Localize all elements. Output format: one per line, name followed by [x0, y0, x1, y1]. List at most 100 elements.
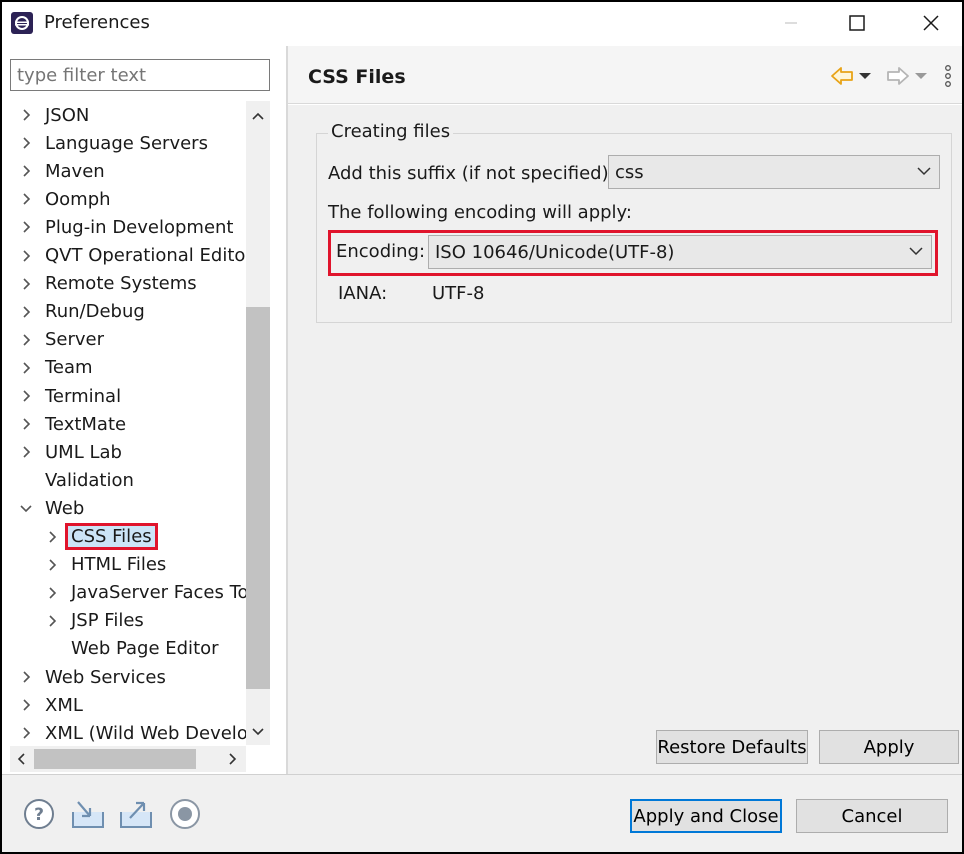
page-header: CSS Files [288, 46, 962, 104]
tree-item[interactable]: HTML Files [44, 551, 169, 579]
chevron-down-icon[interactable] [18, 500, 34, 516]
tree-item[interactable]: XML (Wild Web Develop [18, 719, 246, 745]
tree-item[interactable]: Validation [18, 466, 137, 494]
chevron-right-icon[interactable] [44, 529, 60, 545]
tree-horizontal-scrollbar[interactable] [10, 746, 246, 772]
chevron-right-icon[interactable] [18, 725, 34, 741]
tree-item-label: UML Lab [45, 441, 122, 463]
chevron-right-icon[interactable] [18, 360, 34, 376]
tree-item[interactable]: TextMate [18, 410, 129, 438]
tree-item[interactable]: Run/Debug [18, 298, 148, 326]
chevron-right-icon[interactable] [18, 304, 34, 320]
tree-item[interactable]: Web Services [18, 663, 169, 691]
tree-item[interactable]: Plug-in Development [18, 213, 237, 241]
tree-item[interactable]: Remote Systems [18, 270, 200, 298]
chevron-right-icon[interactable] [18, 697, 34, 713]
record-icon [170, 799, 200, 829]
apply-and-close-button[interactable]: Apply and Close [630, 799, 782, 833]
forward-arrow-icon[interactable] [886, 66, 910, 86]
svg-text:?: ? [34, 805, 44, 825]
iana-label: IANA: [338, 283, 388, 304]
scroll-up-button[interactable] [246, 105, 270, 127]
view-menu-icon[interactable] [944, 64, 952, 88]
tree-item-label: Remote Systems [45, 273, 197, 295]
apply-button[interactable]: Apply [819, 730, 959, 764]
tree-item-label: Terminal [45, 385, 122, 407]
window-title: Preferences [44, 12, 150, 33]
chevron-right-icon[interactable] [18, 163, 34, 179]
help-button[interactable]: ? [22, 797, 56, 831]
tree-vertical-scrollbar[interactable] [246, 101, 270, 745]
tree-item-label: QVT Operational Editor [45, 245, 246, 266]
tree-item[interactable]: Server [18, 326, 107, 354]
minimize-button[interactable] [768, 2, 814, 44]
chevron-right-icon[interactable] [18, 388, 34, 404]
tree-item[interactable]: JSON [18, 101, 92, 129]
suffix-value: css [615, 161, 644, 183]
tree-item[interactable]: Terminal [18, 382, 124, 410]
eclipse-icon [11, 12, 33, 34]
encoding-select[interactable]: ISO 10646/Unicode(UTF-8) [428, 235, 932, 269]
chevron-right-icon[interactable] [44, 557, 60, 573]
page-content: Creating files Add this suffix (if not s… [288, 105, 962, 774]
chevron-right-icon[interactable] [18, 416, 34, 432]
tree-item-label: JavaServer Faces Too [71, 582, 246, 604]
chevron-left-icon [17, 753, 25, 765]
tree-item[interactable]: XML [18, 691, 86, 719]
tree-item-label: Team [45, 357, 93, 379]
tree-item-label: Language Servers [45, 132, 208, 154]
filter-input[interactable] [10, 59, 270, 91]
tree-item-label: Web Services [45, 666, 166, 688]
tree-item[interactable]: UML Lab [18, 438, 125, 466]
page-title: CSS Files [308, 66, 406, 88]
tree-item-label: Web Page Editor [71, 638, 219, 660]
back-dropdown-icon[interactable] [858, 71, 872, 81]
chevron-right-icon[interactable] [18, 332, 34, 348]
chevron-right-icon[interactable] [18, 669, 34, 685]
tree-item[interactable]: QVT Operational Editor [18, 242, 246, 270]
suffix-select[interactable]: css [608, 155, 940, 189]
chevron-up-icon [252, 112, 264, 120]
tree-item[interactable]: CSS Files [44, 523, 158, 551]
maximize-icon [849, 15, 865, 31]
maximize-button[interactable] [834, 2, 880, 44]
tree-item[interactable]: Maven [18, 157, 108, 185]
tree-item[interactable]: Team [18, 354, 96, 382]
chevron-right-icon[interactable] [18, 135, 34, 151]
tree-item[interactable]: Language Servers [18, 129, 211, 157]
chevron-right-icon[interactable] [18, 444, 34, 460]
tree-item[interactable]: Oomph [18, 185, 114, 213]
scroll-down-button[interactable] [246, 721, 270, 743]
tree-item[interactable]: JavaServer Faces Too [44, 579, 246, 607]
forward-dropdown-icon[interactable] [914, 71, 928, 81]
record-button[interactable] [168, 797, 202, 831]
preferences-window: Preferences JSON Language Servers Maven Oom… [2, 2, 962, 852]
chevron-right-icon [229, 753, 237, 765]
scroll-left-button[interactable] [10, 746, 32, 772]
chevron-right-icon[interactable] [18, 248, 34, 264]
import-icon [72, 801, 104, 828]
chevron-right-icon[interactable] [18, 191, 34, 207]
chevron-right-icon[interactable] [18, 107, 34, 123]
tree-item[interactable]: Web Page Editor [44, 635, 222, 663]
export-button[interactable] [118, 797, 152, 831]
vertical-scroll-thumb[interactable] [246, 307, 270, 689]
tree-item[interactable]: JSP Files [44, 607, 147, 635]
import-button[interactable] [70, 797, 104, 831]
restore-defaults-button[interactable]: Restore Defaults [656, 730, 808, 764]
chevron-right-icon[interactable] [44, 613, 60, 629]
horizontal-scroll-thumb[interactable] [34, 749, 196, 769]
cancel-button[interactable]: Cancel [796, 799, 948, 833]
tree-item-label: HTML Files [71, 554, 167, 576]
tree-item-label: TextMate [45, 413, 127, 435]
close-button[interactable] [908, 2, 954, 44]
scroll-right-button[interactable] [222, 746, 244, 772]
encoding-value: ISO 10646/Unicode(UTF-8) [435, 241, 675, 263]
tree-item[interactable]: Web [18, 494, 87, 522]
chevron-right-icon[interactable] [18, 219, 34, 235]
chevron-right-icon[interactable] [44, 585, 60, 601]
chevron-right-icon[interactable] [18, 276, 34, 292]
back-arrow-icon[interactable] [830, 66, 854, 86]
